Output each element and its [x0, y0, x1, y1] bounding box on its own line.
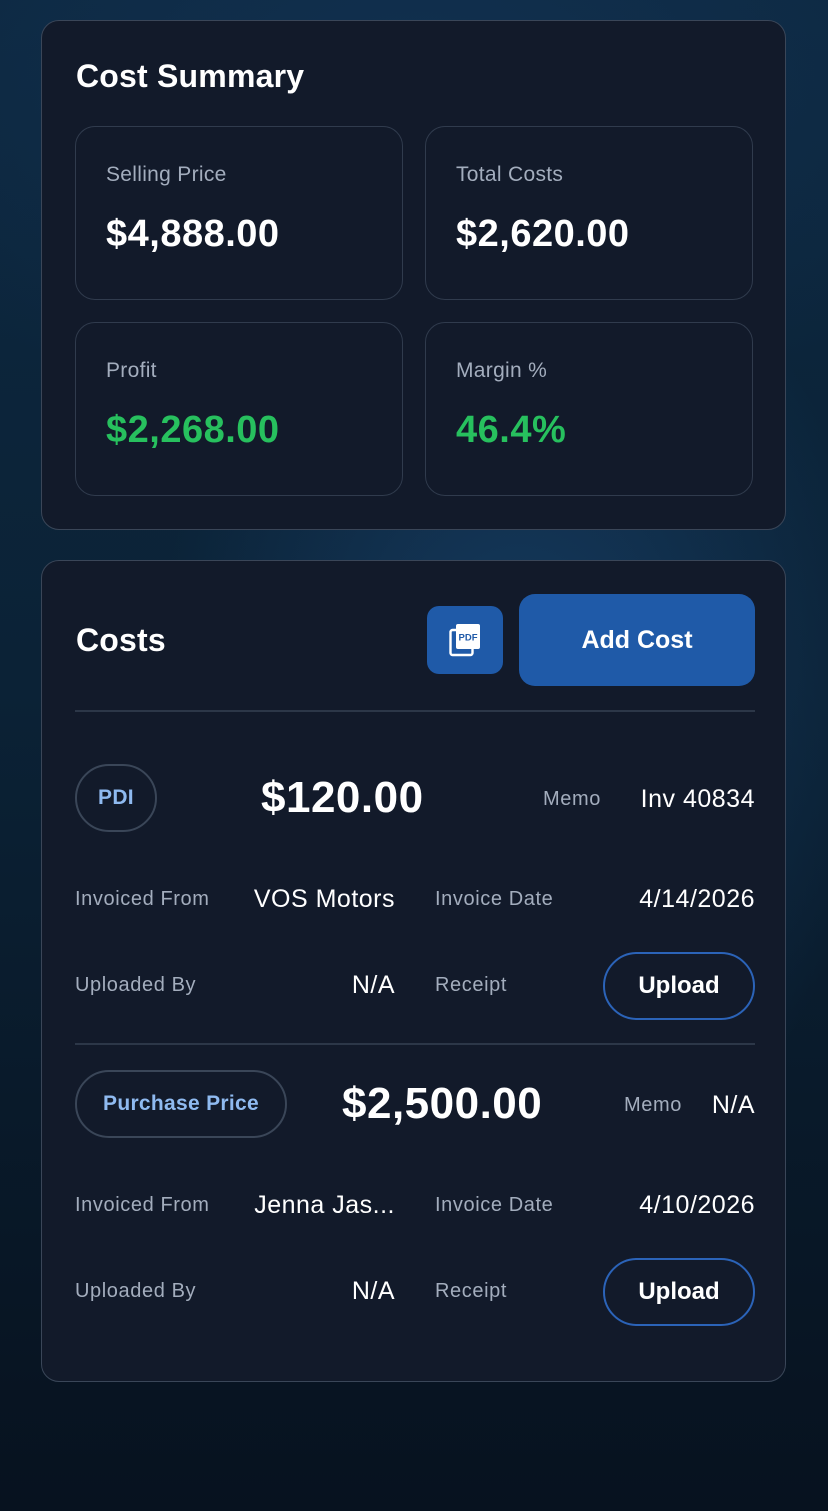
invoiced-from-value: Jenna Jas...: [254, 1191, 395, 1219]
total-costs-label: Total Costs: [456, 163, 564, 186]
memo-value: Inv 40834: [640, 785, 755, 813]
margin-tile: Margin % 46.4%: [425, 322, 753, 496]
add-cost-button[interactable]: Add Cost: [519, 594, 755, 686]
selling-price-value: $4,888.00: [106, 213, 280, 255]
receipt-label: Receipt: [435, 1280, 508, 1302]
invoice-date-label: Invoice Date: [435, 1194, 554, 1216]
invoiced-from-value: VOS Motors: [253, 885, 395, 913]
margin-label: Margin %: [456, 359, 548, 382]
invoice-date-value: 4/10/2026: [639, 1191, 755, 1219]
upload-receipt-button[interactable]: Upload: [603, 952, 755, 1020]
divider: [75, 1043, 755, 1045]
memo-label: Memo: [624, 1094, 682, 1116]
svg-text:PDF: PDF: [459, 633, 478, 644]
invoice-date-value: 4/14/2026: [639, 885, 755, 913]
pdf-icon: PDF: [449, 624, 480, 657]
costs-card: Costs PDF Add Cost PDI $120.00 Memo Inv …: [41, 560, 786, 1382]
memo-label: Memo: [543, 788, 601, 810]
invoice-date-label: Invoice Date: [435, 888, 554, 910]
uploaded-by-value: N/A: [351, 971, 395, 999]
profit-value: $2,268.00: [106, 409, 280, 451]
uploaded-by-label: Uploaded By: [75, 1280, 197, 1302]
export-pdf-button[interactable]: PDF: [427, 606, 503, 674]
cost-summary-title: Cost Summary: [76, 58, 305, 94]
cost-amount: $120.00: [261, 773, 424, 822]
margin-value: 46.4%: [456, 409, 567, 451]
profit-label: Profit: [106, 359, 157, 382]
upload-receipt-button[interactable]: Upload: [603, 1258, 755, 1326]
cost-summary-card: Cost Summary Selling Price $4,888.00 Tot…: [41, 20, 786, 530]
category-pill: Purchase Price: [75, 1070, 287, 1138]
category-pill: PDI: [75, 764, 157, 832]
invoiced-from-label: Invoiced From: [75, 1194, 210, 1216]
cost-amount: $2,500.00: [342, 1079, 543, 1128]
uploaded-by-value: N/A: [351, 1277, 395, 1305]
profit-tile: Profit $2,268.00: [75, 322, 403, 496]
costs-title: Costs: [76, 622, 166, 658]
total-costs-tile: Total Costs $2,620.00: [425, 126, 753, 300]
selling-price-tile: Selling Price $4,888.00: [75, 126, 403, 300]
invoiced-from-label: Invoiced From: [75, 888, 210, 910]
total-costs-value: $2,620.00: [456, 213, 630, 255]
memo-value: N/A: [711, 1091, 755, 1119]
divider: [75, 710, 755, 712]
uploaded-by-label: Uploaded By: [75, 974, 197, 996]
selling-price-label: Selling Price: [106, 163, 227, 186]
receipt-label: Receipt: [435, 974, 508, 996]
